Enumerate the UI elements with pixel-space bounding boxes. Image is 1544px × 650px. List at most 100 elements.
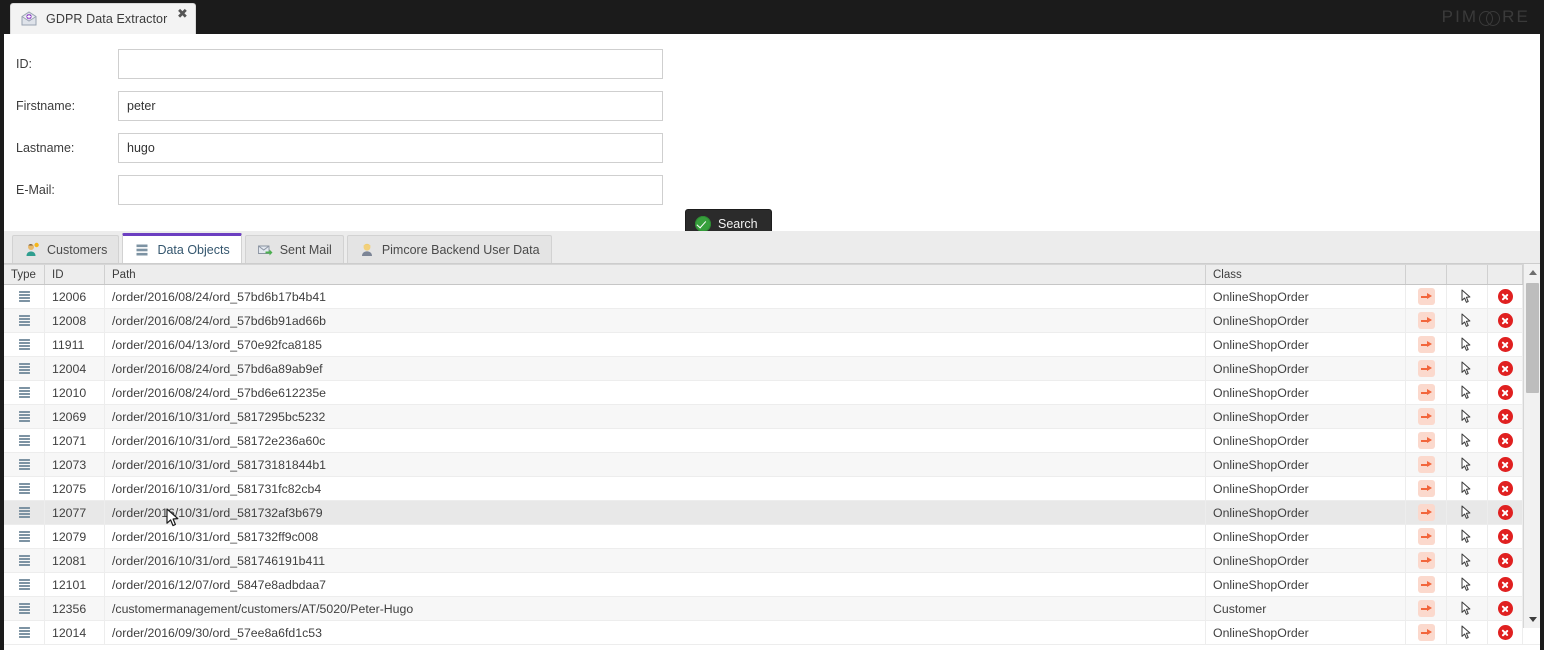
row-delete-button[interactable] [1488, 405, 1523, 428]
table-row[interactable]: 12008/order/2016/08/24/ord_57bd6b91ad66b… [4, 309, 1540, 333]
row-type-icon-cell[interactable] [4, 477, 45, 500]
row-id[interactable]: 12014 [45, 621, 105, 644]
row-class[interactable]: OnlineShopOrder [1206, 525, 1406, 548]
row-path[interactable]: /order/2016/04/13/ord_570e92fca8185 [105, 333, 1206, 356]
open-arrow-icon[interactable] [1417, 504, 1435, 521]
table-row[interactable]: 12069/order/2016/10/31/ord_5817295bc5232… [4, 405, 1540, 429]
column-header-path[interactable]: Path [105, 265, 1206, 284]
row-delete-button[interactable] [1488, 597, 1523, 620]
row-type-icon-cell[interactable] [4, 621, 45, 644]
tab-customers[interactable]: Customers [12, 235, 120, 263]
column-header-action-select[interactable] [1447, 265, 1488, 284]
row-type-icon-cell[interactable] [4, 381, 45, 404]
row-type-icon-cell[interactable] [4, 573, 45, 596]
open-arrow-icon[interactable] [1417, 576, 1435, 593]
row-delete-button[interactable] [1488, 501, 1523, 524]
column-header-class[interactable]: Class [1206, 265, 1406, 284]
table-row[interactable]: 12010/order/2016/08/24/ord_57bd6e612235e… [4, 381, 1540, 405]
column-header-action-delete[interactable] [1488, 265, 1523, 284]
open-arrow-icon[interactable] [1417, 312, 1435, 329]
row-select-button[interactable] [1447, 477, 1488, 500]
table-row[interactable]: 12004/order/2016/08/24/ord_57bd6a89ab9ef… [4, 357, 1540, 381]
row-open-button[interactable] [1406, 453, 1447, 476]
tab-sent-mail[interactable]: Sent Mail [244, 235, 344, 263]
row-path[interactable]: /customermanagement/customers/AT/5020/Pe… [105, 597, 1206, 620]
row-type-icon-cell[interactable] [4, 549, 45, 572]
row-select-button[interactable] [1447, 357, 1488, 380]
delete-icon[interactable] [1497, 577, 1513, 592]
row-id[interactable]: 12008 [45, 309, 105, 332]
row-open-button[interactable] [1406, 309, 1447, 332]
row-path[interactable]: /order/2016/10/31/ord_581732af3b679 [105, 501, 1206, 524]
open-arrow-icon[interactable] [1417, 480, 1435, 497]
row-open-button[interactable] [1406, 525, 1447, 548]
scrollbar-thumb[interactable] [1526, 283, 1539, 393]
row-path[interactable]: /order/2016/12/07/ord_5847e8adbdaa7 [105, 573, 1206, 596]
table-row[interactable]: 12014/order/2016/09/30/ord_57ee8a6fd1c53… [4, 621, 1540, 645]
row-type-icon-cell[interactable] [4, 405, 45, 428]
row-type-icon-cell[interactable] [4, 333, 45, 356]
row-select-button[interactable] [1447, 381, 1488, 404]
row-select-button[interactable] [1447, 525, 1488, 548]
column-header-id[interactable]: ID [45, 265, 105, 284]
row-open-button[interactable] [1406, 333, 1447, 356]
row-type-icon-cell[interactable] [4, 501, 45, 524]
row-type-icon-cell[interactable] [4, 525, 45, 548]
open-arrow-icon[interactable] [1417, 336, 1435, 353]
row-class[interactable]: OnlineShopOrder [1206, 453, 1406, 476]
row-open-button[interactable] [1406, 357, 1447, 380]
delete-icon[interactable] [1497, 601, 1513, 616]
table-row[interactable]: 12075/order/2016/10/31/ord_581731fc82cb4… [4, 477, 1540, 501]
open-arrow-icon[interactable] [1417, 432, 1435, 449]
row-delete-button[interactable] [1488, 381, 1523, 404]
firstname-input[interactable] [118, 91, 663, 121]
row-path[interactable]: /order/2016/10/31/ord_58173181844b1 [105, 453, 1206, 476]
table-row[interactable]: 12081/order/2016/10/31/ord_581746191b411… [4, 549, 1540, 573]
delete-icon[interactable] [1497, 433, 1513, 448]
row-id[interactable]: 12077 [45, 501, 105, 524]
row-delete-button[interactable] [1488, 429, 1523, 452]
row-class[interactable]: OnlineShopOrder [1206, 573, 1406, 596]
row-id[interactable]: 12006 [45, 285, 105, 308]
row-delete-button[interactable] [1488, 477, 1523, 500]
row-path[interactable]: /order/2016/10/31/ord_58172e236a60c [105, 429, 1206, 452]
row-delete-button[interactable] [1488, 549, 1523, 572]
row-id[interactable]: 12073 [45, 453, 105, 476]
email-input[interactable] [118, 175, 663, 205]
row-id[interactable]: 12356 [45, 597, 105, 620]
row-class[interactable]: OnlineShopOrder [1206, 381, 1406, 404]
delete-icon[interactable] [1497, 313, 1513, 328]
row-type-icon-cell[interactable] [4, 285, 45, 308]
row-path[interactable]: /order/2016/10/31/ord_581731fc82cb4 [105, 477, 1206, 500]
row-open-button[interactable] [1406, 381, 1447, 404]
tab-pimcore-backend-user-data[interactable]: Pimcore Backend User Data [346, 235, 552, 263]
delete-icon[interactable] [1497, 385, 1513, 400]
vertical-scrollbar[interactable] [1523, 264, 1540, 628]
row-id[interactable]: 12075 [45, 477, 105, 500]
row-delete-button[interactable] [1488, 357, 1523, 380]
row-open-button[interactable] [1406, 501, 1447, 524]
row-path[interactable]: /order/2016/09/30/ord_57ee8a6fd1c53 [105, 621, 1206, 644]
id-input[interactable] [118, 49, 663, 79]
delete-icon[interactable] [1497, 361, 1513, 376]
row-class[interactable]: OnlineShopOrder [1206, 333, 1406, 356]
row-select-button[interactable] [1447, 621, 1488, 644]
row-delete-button[interactable] [1488, 333, 1523, 356]
row-id[interactable]: 12101 [45, 573, 105, 596]
open-arrow-icon[interactable] [1417, 552, 1435, 569]
row-open-button[interactable] [1406, 621, 1447, 644]
row-id[interactable]: 12079 [45, 525, 105, 548]
row-path[interactable]: /order/2016/08/24/ord_57bd6e612235e [105, 381, 1206, 404]
delete-icon[interactable] [1497, 409, 1513, 424]
column-header-type[interactable]: Type [4, 265, 45, 284]
row-open-button[interactable] [1406, 597, 1447, 620]
column-header-action-open[interactable] [1406, 265, 1447, 284]
row-class[interactable]: OnlineShopOrder [1206, 621, 1406, 644]
row-type-icon-cell[interactable] [4, 309, 45, 332]
delete-icon[interactable] [1497, 457, 1513, 472]
row-select-button[interactable] [1447, 405, 1488, 428]
row-class[interactable]: OnlineShopOrder [1206, 549, 1406, 572]
table-row[interactable]: 11911/order/2016/04/13/ord_570e92fca8185… [4, 333, 1540, 357]
table-row[interactable]: 12006/order/2016/08/24/ord_57bd6b17b4b41… [4, 285, 1540, 309]
table-row[interactable]: 12079/order/2016/10/31/ord_581732ff9c008… [4, 525, 1540, 549]
